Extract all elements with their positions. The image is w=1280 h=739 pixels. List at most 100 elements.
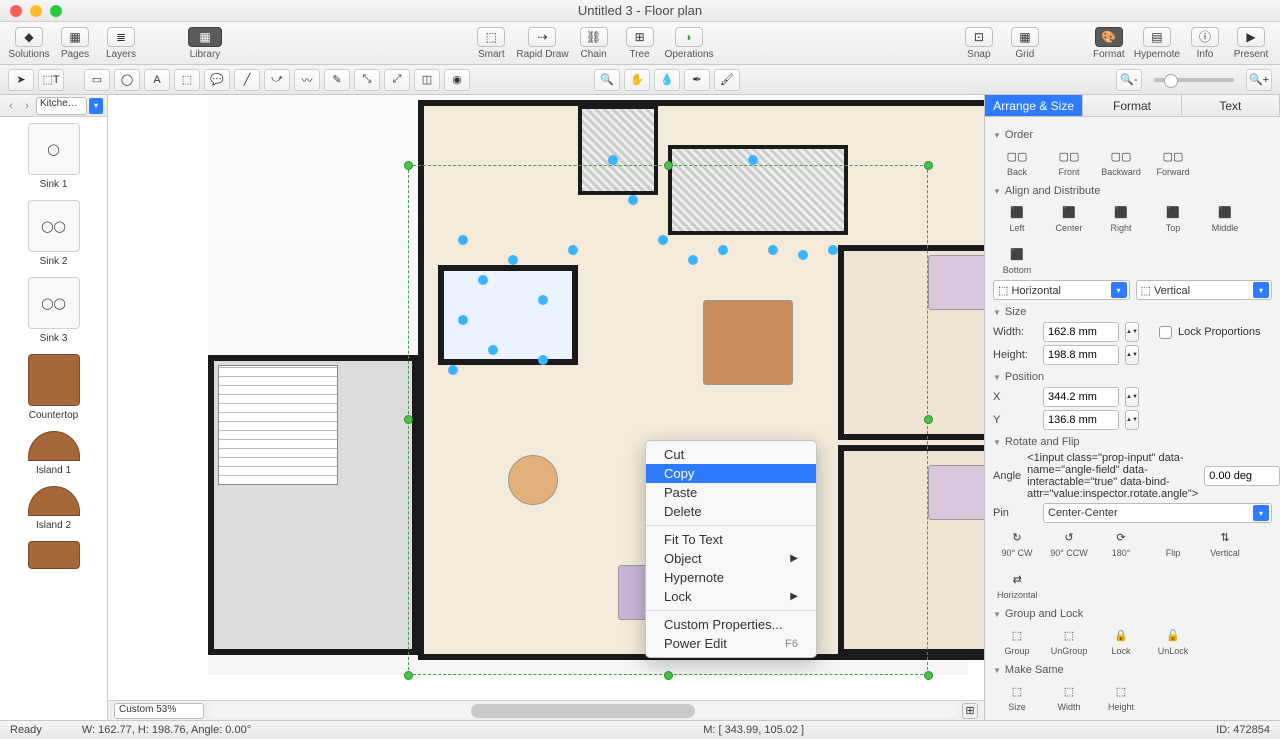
grid-button[interactable]: ▦Grid: [1004, 23, 1046, 63]
library-item-sink-1[interactable]: ◯Sink 1: [4, 123, 103, 190]
context-menu-object[interactable]: Object▶: [646, 549, 816, 568]
order-forward[interactable]: ▢▢Forward: [1153, 147, 1193, 177]
text-tool[interactable]: A: [144, 69, 170, 91]
hypernote-button[interactable]: ▤Hypernote: [1134, 23, 1180, 63]
arc-tool[interactable]: ⤻: [264, 69, 290, 91]
dropper-tool[interactable]: ✒: [684, 69, 710, 91]
flip-horizontal[interactable]: ⇄Horizontal: [997, 570, 1038, 600]
crop-tool[interactable]: ◫: [414, 69, 440, 91]
order-backward[interactable]: ▢▢Backward: [1101, 147, 1141, 177]
height-stepper[interactable]: ▲▼: [1125, 345, 1139, 365]
horizontal-scrollbar[interactable]: [210, 704, 956, 718]
zoom-select[interactable]: Custom 53%: [114, 703, 204, 719]
line-tool[interactable]: ╱: [234, 69, 260, 91]
lock-button[interactable]: 🔒Lock: [1101, 626, 1141, 656]
eyedropper-tool[interactable]: 💧: [654, 69, 680, 91]
flip-vertical[interactable]: ⇅Vertical: [1205, 528, 1245, 558]
text-select-tool[interactable]: ⬚T: [38, 69, 64, 91]
context-menu-fit-to-text[interactable]: Fit To Text: [646, 530, 816, 549]
chain-button[interactable]: ⛓Chain: [573, 23, 615, 63]
zoom-tool[interactable]: 🔍: [594, 69, 620, 91]
context-menu-hypernote[interactable]: Hypernote: [646, 568, 816, 587]
context-menu-cut[interactable]: Cut: [646, 445, 816, 464]
distribute-horizontal[interactable]: ⬚ Horizontal▾: [993, 280, 1130, 300]
y-stepper[interactable]: ▲▼: [1125, 410, 1139, 430]
align-right[interactable]: ⬛Right: [1101, 203, 1141, 233]
library-button[interactable]: ▦Library: [184, 23, 226, 63]
library-dropdown-chevron[interactable]: ▾: [89, 98, 103, 114]
y-field[interactable]: [1043, 410, 1119, 430]
zoom-in-icon[interactable]: 🔍+: [1246, 69, 1272, 91]
operations-button[interactable]: ◗Operations: [665, 23, 714, 63]
align-bottom[interactable]: ⬛Bottom: [997, 245, 1037, 275]
section-rotate[interactable]: Rotate and Flip: [993, 436, 1272, 448]
pin-select[interactable]: Center-Center▾: [1043, 503, 1272, 523]
smart-button[interactable]: ⬚Smart: [470, 23, 512, 63]
tab-format[interactable]: Format: [1083, 95, 1181, 116]
tab-text[interactable]: Text: [1182, 95, 1280, 116]
order-front[interactable]: ▢▢Front: [1049, 147, 1089, 177]
section-size[interactable]: Size: [993, 306, 1272, 318]
height-field[interactable]: [1043, 345, 1119, 365]
textbox-tool[interactable]: ⬚: [174, 69, 200, 91]
library-item-island-2[interactable]: Island 2: [4, 486, 103, 531]
context-menu-custom-properties-[interactable]: Custom Properties...: [646, 615, 816, 634]
connector2-tool[interactable]: ⤢: [384, 69, 410, 91]
hand-tool[interactable]: ✋: [624, 69, 650, 91]
same-size[interactable]: ⬚Size: [997, 682, 1037, 712]
x-stepper[interactable]: ▲▼: [1125, 387, 1139, 407]
ungroup-button[interactable]: ⬚UnGroup: [1049, 626, 1089, 656]
distribute-vertical[interactable]: ⬚ Vertical▾: [1136, 280, 1273, 300]
present-button[interactable]: ▶Present: [1230, 23, 1272, 63]
format-button[interactable]: 🎨Format: [1088, 23, 1130, 63]
zoom-out-icon[interactable]: 🔍-: [1116, 69, 1142, 91]
library-dropdown[interactable]: Kitche…: [36, 97, 87, 115]
rotate-180[interactable]: ⟳180°: [1101, 528, 1141, 558]
width-field[interactable]: [1043, 322, 1119, 342]
zoom-slider[interactable]: [1154, 78, 1234, 82]
rapid-draw-button[interactable]: ⇢Rapid Draw: [516, 23, 568, 63]
width-stepper[interactable]: ▲▼: [1125, 322, 1139, 342]
tree-button[interactable]: ⊞Tree: [619, 23, 661, 63]
library-back[interactable]: ‹: [4, 98, 18, 114]
info-button[interactable]: ⓘInfo: [1184, 23, 1226, 63]
x-field[interactable]: [1043, 387, 1119, 407]
ellipse-tool[interactable]: ◯: [114, 69, 140, 91]
library-item-sink-2[interactable]: ◯◯Sink 2: [4, 200, 103, 267]
library-item-island-1[interactable]: Island 1: [4, 431, 103, 476]
pointer-tool[interactable]: ➤: [8, 69, 34, 91]
pen-tool[interactable]: ✎: [324, 69, 350, 91]
context-menu-lock[interactable]: Lock▶: [646, 587, 816, 606]
context-menu-delete[interactable]: Delete: [646, 502, 816, 521]
fit-page-icon[interactable]: ⊞: [962, 703, 978, 719]
unlock-button[interactable]: 🔓UnLock: [1153, 626, 1193, 656]
same-width[interactable]: ⬚Width: [1049, 682, 1089, 712]
context-menu-paste[interactable]: Paste: [646, 483, 816, 502]
stamp-tool[interactable]: ◉: [444, 69, 470, 91]
lock-proportions-checkbox[interactable]: [1159, 326, 1172, 339]
tab-arrange-size[interactable]: Arrange & Size: [985, 95, 1083, 116]
angle-field[interactable]: [1204, 466, 1280, 486]
section-align[interactable]: Align and Distribute: [993, 185, 1272, 197]
pages-button[interactable]: ▦Pages: [54, 23, 96, 63]
solutions-button[interactable]: ◆Solutions: [8, 23, 50, 63]
canvas[interactable]: CutCopyPasteDeleteFit To TextObject▶Hype…: [108, 95, 984, 720]
section-group[interactable]: Group and Lock: [993, 608, 1272, 620]
rotate-90cw[interactable]: ↻90° CW: [997, 528, 1037, 558]
brush-tool[interactable]: 🖌: [714, 69, 740, 91]
align-center[interactable]: ⬛Center: [1049, 203, 1089, 233]
section-make-same[interactable]: Make Same: [993, 664, 1272, 676]
group-button[interactable]: ⬚Group: [997, 626, 1037, 656]
spline-tool[interactable]: 〰: [294, 69, 320, 91]
library-item-sink-3[interactable]: ◯◯Sink 3: [4, 277, 103, 344]
library-item-extra[interactable]: [4, 541, 103, 569]
library-item-countertop[interactable]: Countertop: [4, 354, 103, 421]
context-menu-power-edit[interactable]: Power EditF6: [646, 634, 816, 653]
callout-tool[interactable]: 💬: [204, 69, 230, 91]
same-height[interactable]: ⬚Height: [1101, 682, 1141, 712]
rect-tool[interactable]: ▭: [84, 69, 110, 91]
align-left[interactable]: ⬛Left: [997, 203, 1037, 233]
order-back[interactable]: ▢▢Back: [997, 147, 1037, 177]
align-middle[interactable]: ⬛Middle: [1205, 203, 1245, 233]
section-order[interactable]: Order: [993, 129, 1272, 141]
